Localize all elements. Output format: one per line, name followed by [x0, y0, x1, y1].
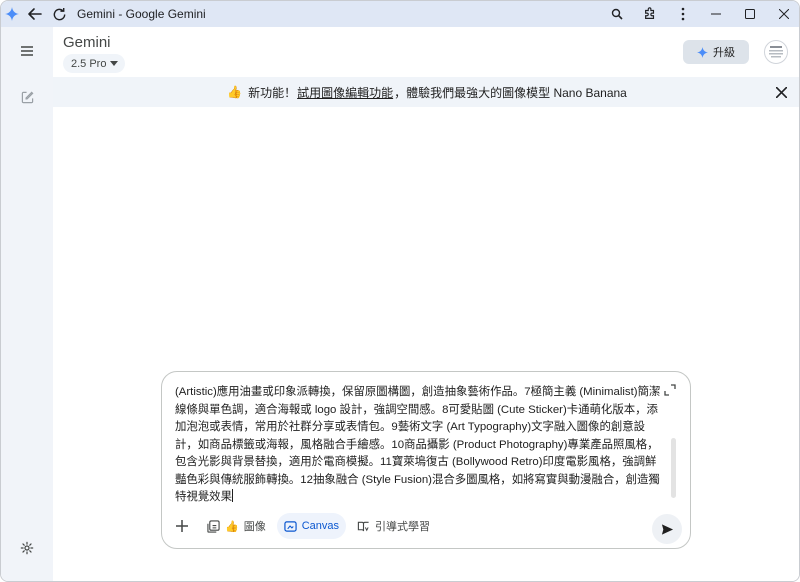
- new-chat-edit-icon[interactable]: [15, 85, 39, 109]
- model-label: 2.5 Pro: [71, 57, 107, 70]
- image-tool-label: 圖像: [243, 521, 266, 533]
- upgrade-label: 升級: [713, 47, 735, 59]
- zoom-icon[interactable]: [600, 1, 633, 27]
- menu-hamburger-icon[interactable]: [15, 39, 39, 63]
- close-icon[interactable]: [773, 84, 789, 100]
- close-window-icon[interactable]: [767, 1, 799, 27]
- prompt-input[interactable]: (Artistic)應用油畫或印象派轉換，保留原圖構圖，創造抽象藝術作品。7極簡…: [175, 384, 665, 507]
- more-menu-icon[interactable]: [666, 1, 699, 27]
- model-selector[interactable]: 2.5 Pro: [63, 54, 126, 73]
- canvas-label: Canvas: [301, 520, 339, 532]
- maximize-icon[interactable]: [733, 1, 767, 27]
- send-icon: [661, 523, 673, 535]
- reload-icon[interactable]: [47, 1, 71, 27]
- prompt-text: (Artistic)應用油畫或印象派轉換，保留原圖構圖，創造抽象藝術作品。7極簡…: [175, 386, 661, 503]
- send-button[interactable]: [652, 514, 682, 544]
- sparkle-icon: [697, 46, 708, 58]
- upgrade-button[interactable]: 升級: [683, 40, 749, 64]
- chevron-down-icon: [110, 61, 119, 66]
- banner-suffix: ，體驗我們最強大的圖像模型 Nano Banana: [394, 85, 627, 100]
- text-caret: [231, 489, 233, 502]
- sidebar: [1, 27, 53, 581]
- avatar[interactable]: [764, 40, 788, 64]
- scrollbar[interactable]: [671, 438, 676, 498]
- canvas-icon: [284, 520, 297, 532]
- thumbs-up-icon: 👍: [225, 520, 239, 533]
- book-icon: [357, 521, 369, 531]
- add-icon[interactable]: [170, 513, 194, 539]
- feature-banner: 👍 新功能！ 試用圖像編輯功能 ，體驗我們最強大的圖像模型 Nano Banan…: [53, 77, 799, 107]
- banner-prefix: 新功能！: [248, 85, 297, 100]
- tools-button[interactable]: 👍 圖像: [200, 513, 273, 539]
- minimize-icon[interactable]: [699, 1, 733, 27]
- app-title: Gemini: [63, 34, 111, 51]
- composer-toolbar: 👍 圖像 Canvas 引導式學習: [170, 512, 437, 540]
- extensions-puzzle-icon[interactable]: [633, 1, 666, 27]
- collapse-expand-icon[interactable]: [664, 383, 678, 397]
- guided-learning-label: 引導式學習: [375, 521, 430, 533]
- main-content: Gemini 2.5 Pro 升級 👍 新功能！ 試用圖像編輯功能 ，體驗我們最…: [53, 27, 799, 581]
- guided-learning-button[interactable]: 引導式學習: [350, 513, 437, 539]
- thumbs-up-icon: 👍: [227, 85, 243, 99]
- window-title: Gemini - Google Gemini: [77, 7, 206, 21]
- tools-icon: [207, 519, 220, 533]
- banner-link[interactable]: 試用圖像編輯功能: [297, 84, 393, 101]
- canvas-button[interactable]: Canvas: [276, 513, 346, 539]
- title-bar: Gemini - Google Gemini: [1, 1, 799, 27]
- gemini-app-icon: [1, 1, 23, 27]
- prompt-composer[interactable]: (Artistic)應用油畫或印象派轉換，保留原圖構圖，創造抽象藝術作品。7極簡…: [161, 371, 691, 549]
- back-arrow-icon[interactable]: [23, 1, 47, 27]
- settings-gear-icon[interactable]: [15, 536, 39, 560]
- browser-window: Gemini - Google Gemini Gemini 2.5 Pro 升級…: [0, 0, 800, 582]
